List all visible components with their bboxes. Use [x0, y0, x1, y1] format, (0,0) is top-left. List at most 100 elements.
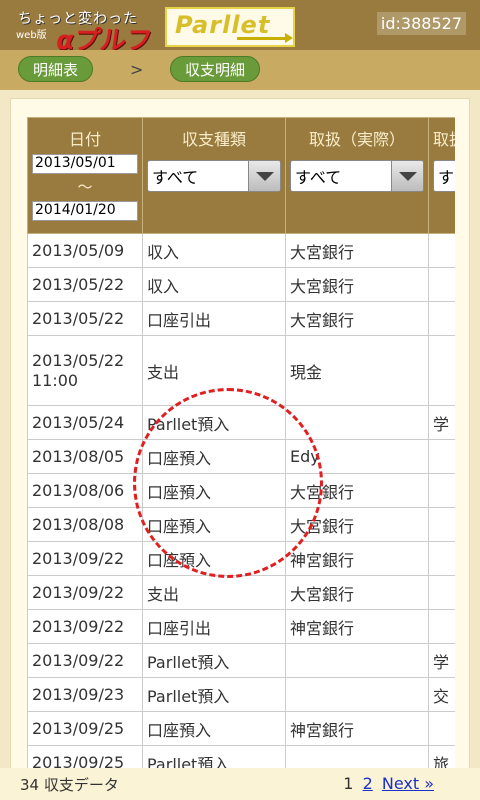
- cell-date: 2013/05/09: [27, 233, 143, 268]
- cell-handler: [285, 643, 429, 678]
- next-page-link[interactable]: Next »: [382, 774, 434, 793]
- column-type: 収支種類 すべて: [142, 117, 286, 234]
- table-row[interactable]: 2013/05/24 Parllet預入 学: [27, 405, 455, 440]
- cell-extra: [428, 609, 455, 644]
- cell-handler: 大宮銀行: [285, 507, 429, 542]
- cell-type: Parllet預入: [142, 677, 286, 712]
- cell-extra: [428, 233, 455, 268]
- cell-type: 口座預入: [142, 541, 286, 576]
- cell-date: 2013/09/22: [27, 643, 143, 678]
- cell-type: 口座引出: [142, 609, 286, 644]
- column-type-label: 収支種類: [181, 130, 246, 149]
- table-row[interactable]: 2013/09/25 口座預入 神宮銀行: [27, 711, 455, 746]
- handler-filter-select[interactable]: すべて: [290, 160, 424, 192]
- cell-date: 2013/09/22: [27, 575, 143, 610]
- table-row[interactable]: 2013/08/08 口座預入 大宮銀行: [27, 507, 455, 542]
- column-handler2: 取扱 す: [428, 117, 455, 234]
- table-row[interactable]: 2013/05/22 収入 大宮銀行: [27, 267, 455, 302]
- cell-handler: 大宮銀行: [285, 473, 429, 508]
- cell-date: 2013/08/08: [27, 507, 143, 542]
- cell-extra: [428, 267, 455, 302]
- arrow-icon: [237, 33, 293, 43]
- cell-extra: [428, 439, 455, 474]
- cell-date: 2013/05/22 11:00: [27, 335, 143, 406]
- table-row[interactable]: 2013/09/22 Parllet預入 学: [27, 643, 455, 678]
- cell-date: 2013/08/05: [27, 439, 143, 474]
- cell-handler: 大宮銀行: [285, 233, 429, 268]
- record-count: 34 収支データ: [20, 776, 119, 794]
- date-range-separator: 〜: [77, 178, 93, 196]
- column-handler2-label: 取扱: [433, 130, 455, 149]
- chevron-down-icon[interactable]: [391, 161, 423, 191]
- cell-date: 2013/05/24: [27, 405, 143, 440]
- breadcrumb-item-income-expense[interactable]: 収支明細: [170, 56, 261, 82]
- pagination: 1 2 Next »: [343, 774, 434, 793]
- cell-handler: 大宮銀行: [285, 575, 429, 610]
- cell-handler: [285, 677, 429, 712]
- cell-extra: [428, 575, 455, 610]
- table-row[interactable]: 2013/09/23 Parllet預入 交: [27, 677, 455, 712]
- breadcrumb-separator: >: [130, 60, 144, 79]
- table-row[interactable]: 2013/09/22 口座引出 神宮銀行: [27, 609, 455, 644]
- type-filter-select[interactable]: すべて: [147, 160, 281, 192]
- cell-handler: 大宮銀行: [285, 267, 429, 302]
- handler-filter-value: すべて: [295, 168, 342, 187]
- table-footer: 34 収支データ 1 2 Next »: [0, 768, 480, 800]
- type-filter-value: すべて: [152, 168, 199, 187]
- cell-handler: 神宮銀行: [285, 541, 429, 576]
- cell-type: 支出: [142, 335, 286, 406]
- parllet-logo-text: Parllet: [175, 11, 271, 39]
- app-header: ちょっと変わった web版 αプルファ版 Parllet id:388527: [0, 0, 480, 93]
- column-handler-label: 取扱（実際）: [308, 130, 405, 149]
- cell-handler: 神宮銀行: [285, 609, 429, 644]
- cell-date: 2013/09/22: [27, 541, 143, 576]
- cell-type: 口座引出: [142, 301, 286, 336]
- table-row[interactable]: 2013/09/22 口座預入 神宮銀行: [27, 541, 455, 576]
- cell-extra: 学: [428, 405, 455, 440]
- cell-date: 2013/09/22: [27, 609, 143, 644]
- cell-extra: [428, 541, 455, 576]
- column-handler: 取扱（実際） すべて: [285, 117, 429, 234]
- table-row[interactable]: 2013/09/22 支出 大宮銀行: [27, 575, 455, 610]
- cell-type: 口座預入: [142, 507, 286, 542]
- page-link-2[interactable]: 2: [363, 774, 373, 793]
- cell-extra: [428, 507, 455, 542]
- table-panel: 日付 2013/05/01 〜 2014/01/20 収支種類 すべて 取扱（実…: [10, 98, 470, 800]
- table-row[interactable]: 2013/05/09 収入 大宮銀行: [27, 233, 455, 268]
- date-to-input[interactable]: 2014/01/20: [32, 201, 138, 221]
- user-id-label: id:388527: [376, 12, 466, 35]
- table-row[interactable]: 2013/05/22 口座引出 大宮銀行: [27, 301, 455, 336]
- breadcrumb: 明細表 > 収支明細: [0, 50, 480, 90]
- cell-type: 口座預入: [142, 473, 286, 508]
- cell-extra: [428, 301, 455, 336]
- cell-type: 収入: [142, 233, 286, 268]
- brand-logo[interactable]: ちょっと変わった web版 αプルファ版: [14, 6, 164, 93]
- handler2-filter-select[interactable]: す: [433, 160, 455, 192]
- cell-date: 2013/09/23: [27, 677, 143, 712]
- chevron-down-icon[interactable]: [248, 161, 280, 191]
- cell-extra: 交: [428, 677, 455, 712]
- cell-type: 支出: [142, 575, 286, 610]
- cell-type: 口座預入: [142, 711, 286, 746]
- cell-handler: Edy: [285, 439, 429, 474]
- table-row[interactable]: 2013/08/05 口座預入 Edy: [27, 439, 455, 474]
- cell-type: Parllet預入: [142, 643, 286, 678]
- table-row[interactable]: 2013/05/22 11:00 支出 現金: [27, 335, 455, 406]
- cell-type: 収入: [142, 267, 286, 302]
- cell-type: 口座預入: [142, 439, 286, 474]
- cell-date: 2013/08/06: [27, 473, 143, 508]
- cell-handler: [285, 405, 429, 440]
- brand-subtagline: web版: [16, 30, 47, 41]
- cell-extra: 学: [428, 643, 455, 678]
- cell-date: 2013/09/25: [27, 711, 143, 746]
- cell-extra: [428, 335, 455, 406]
- table-scroll-area[interactable]: 日付 2013/05/01 〜 2014/01/20 収支種類 すべて 取扱（実…: [27, 117, 455, 800]
- parllet-logo[interactable]: Parllet: [165, 7, 295, 47]
- date-from-input[interactable]: 2013/05/01: [32, 154, 138, 174]
- page-current: 1: [343, 774, 354, 793]
- cell-handler: 現金: [285, 335, 429, 406]
- table-row[interactable]: 2013/08/06 口座預入 大宮銀行: [27, 473, 455, 508]
- cell-extra: [428, 473, 455, 508]
- cell-handler: 神宮銀行: [285, 711, 429, 746]
- breadcrumb-item-statements[interactable]: 明細表: [18, 56, 94, 82]
